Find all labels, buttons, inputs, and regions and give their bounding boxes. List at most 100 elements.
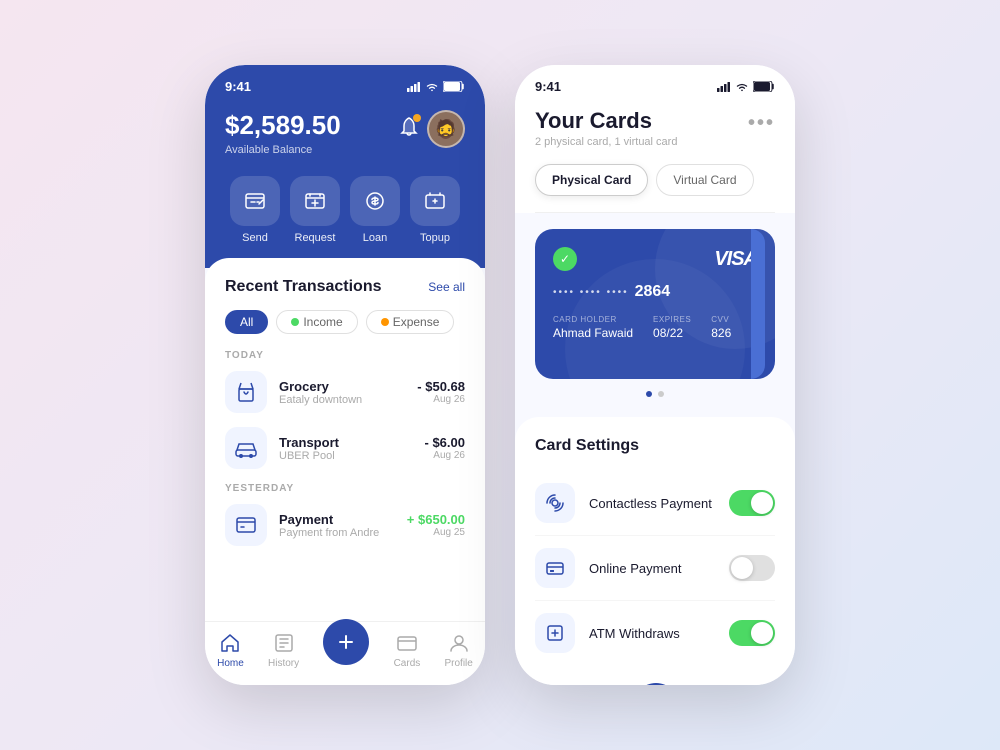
home-body: Recent Transactions See all All Income E… bbox=[205, 258, 485, 621]
tx-payment[interactable]: Payment Payment from Andre + $650.00 Aug… bbox=[225, 504, 465, 546]
atm-toggle[interactable] bbox=[729, 620, 775, 646]
toggle-thumb-3 bbox=[751, 622, 773, 644]
filter-tabs: All Income Expense bbox=[225, 310, 465, 334]
nav-plus-button[interactable] bbox=[323, 619, 369, 665]
see-all-button[interactable]: See all bbox=[428, 280, 465, 294]
profile-icon bbox=[448, 632, 470, 654]
transport-sub: UBER Pool bbox=[279, 450, 413, 462]
balance-label: Available Balance bbox=[225, 144, 341, 156]
request-label: Request bbox=[295, 232, 336, 244]
plus-icon bbox=[336, 632, 356, 652]
battery-icon-2 bbox=[753, 81, 775, 92]
contactless-icon bbox=[545, 493, 565, 513]
toggle-thumb-2 bbox=[731, 557, 753, 579]
phone-cards: 9:41 Your Cards 2 physical card, 1 virtu… bbox=[515, 65, 795, 685]
filter-all[interactable]: All bbox=[225, 310, 268, 334]
grocery-icon bbox=[235, 381, 257, 403]
setting-online[interactable]: Online Payment bbox=[535, 536, 775, 601]
atm-icon-box bbox=[535, 613, 575, 653]
online-label: Online Payment bbox=[589, 561, 715, 576]
cards-header: 9:41 Your Cards 2 physical card, 1 virtu… bbox=[515, 65, 795, 213]
status-time-2: 9:41 bbox=[535, 79, 561, 94]
filter-expense[interactable]: Expense bbox=[366, 310, 455, 334]
phone-home: 9:41 $2,589.50 Available Balance bbox=[205, 65, 485, 685]
send-icon bbox=[244, 191, 266, 211]
card-holder-group: CARD HOLDER Ahmad Fawaid bbox=[553, 315, 633, 340]
online-toggle[interactable] bbox=[729, 555, 775, 581]
balance-amount: $2,589.50 bbox=[225, 110, 341, 141]
income-dot bbox=[291, 318, 299, 326]
card-tabs: Physical Card Virtual Card bbox=[535, 164, 775, 213]
bottom-nav-home: Home History Cards Profile bbox=[205, 621, 485, 685]
credit-card[interactable]: ✓ VISA •••• •••• •••• 2864 CARD HOLDER A… bbox=[535, 229, 775, 379]
nav-cards[interactable]: Cards bbox=[394, 632, 421, 669]
transport-icon bbox=[234, 438, 258, 458]
home-icon bbox=[219, 632, 241, 654]
payment-date: Aug 25 bbox=[407, 527, 465, 538]
atm-icon bbox=[545, 623, 565, 643]
card-settings-title: Card Settings bbox=[535, 437, 775, 455]
status-icons-2 bbox=[717, 81, 775, 92]
avatar[interactable]: 🧔 bbox=[427, 110, 465, 148]
grocery-name: Grocery bbox=[279, 379, 405, 394]
expense-dot bbox=[381, 318, 389, 326]
contactless-toggle[interactable] bbox=[729, 490, 775, 516]
nav-profile[interactable]: Profile bbox=[444, 632, 472, 669]
dot-1 bbox=[646, 391, 652, 397]
payment-name: Payment bbox=[279, 512, 395, 527]
action-send[interactable]: Send bbox=[230, 176, 280, 244]
loan-label: Loan bbox=[363, 232, 387, 244]
card-dots-indicator bbox=[535, 391, 775, 397]
nav-profile-label: Profile bbox=[444, 658, 472, 669]
nav-home[interactable]: Home bbox=[217, 632, 244, 669]
notification-bell[interactable] bbox=[399, 116, 419, 143]
topup-icon bbox=[424, 191, 446, 211]
transport-icon-box bbox=[225, 427, 267, 469]
atm-label: ATM Withdraws bbox=[589, 626, 715, 641]
notification-dot bbox=[413, 114, 421, 122]
more-button[interactable]: ••• bbox=[748, 112, 775, 135]
card-number-row: •••• •••• •••• 2864 bbox=[553, 283, 757, 301]
payment-icon-box bbox=[225, 504, 267, 546]
nav-history[interactable]: History bbox=[268, 632, 299, 669]
payment-info: Payment Payment from Andre bbox=[279, 512, 395, 539]
card-holder-label: CARD HOLDER bbox=[553, 315, 633, 324]
status-time: 9:41 bbox=[225, 79, 251, 94]
card-expires-group: EXPIRES 08/22 bbox=[653, 315, 691, 340]
contactless-label: Contactless Payment bbox=[589, 496, 715, 511]
cards-subtitle: 2 physical card, 1 virtual card bbox=[535, 136, 677, 148]
transport-name: Transport bbox=[279, 435, 413, 450]
section-today: TODAY bbox=[225, 350, 465, 361]
status-icons bbox=[407, 81, 465, 92]
home-header: 9:41 $2,589.50 Available Balance bbox=[205, 65, 485, 268]
cards-icon bbox=[396, 632, 418, 654]
card-details-row: CARD HOLDER Ahmad Fawaid EXPIRES 08/22 C… bbox=[553, 315, 757, 340]
your-cards-title: Your Cards bbox=[535, 108, 677, 134]
request-icon bbox=[304, 191, 326, 211]
signal-icon bbox=[407, 82, 421, 92]
card-display-area: ✓ VISA •••• •••• •••• 2864 CARD HOLDER A… bbox=[515, 213, 795, 413]
cvv-label: CVV bbox=[711, 315, 731, 324]
history-icon bbox=[273, 632, 295, 654]
nav-cards-label: Cards bbox=[394, 658, 421, 669]
tx-transport[interactable]: Transport UBER Pool - $6.00 Aug 26 bbox=[225, 427, 465, 469]
cvv-value: 826 bbox=[711, 326, 731, 340]
payment-amount-col: + $650.00 Aug 25 bbox=[407, 512, 465, 538]
filter-income[interactable]: Income bbox=[276, 310, 357, 334]
tab-virtual[interactable]: Virtual Card bbox=[656, 164, 753, 196]
tx-grocery[interactable]: Grocery Eataly downtown - $50.68 Aug 26 bbox=[225, 371, 465, 413]
payment-sub: Payment from Andre bbox=[279, 527, 395, 539]
card-cvv-group: CVV 826 bbox=[711, 315, 731, 340]
action-loan[interactable]: Loan bbox=[350, 176, 400, 244]
setting-atm[interactable]: ATM Withdraws bbox=[535, 601, 775, 665]
tab-physical[interactable]: Physical Card bbox=[535, 164, 648, 196]
payment-icon bbox=[235, 515, 257, 535]
loan-icon-box bbox=[350, 176, 400, 226]
contactless-icon-box bbox=[535, 483, 575, 523]
action-topup[interactable]: Topup bbox=[410, 176, 460, 244]
battery-icon bbox=[443, 81, 465, 92]
action-request[interactable]: Request bbox=[290, 176, 340, 244]
setting-contactless[interactable]: Contactless Payment bbox=[535, 471, 775, 536]
card-holder-value: Ahmad Fawaid bbox=[553, 326, 633, 340]
send-label: Send bbox=[242, 232, 268, 244]
